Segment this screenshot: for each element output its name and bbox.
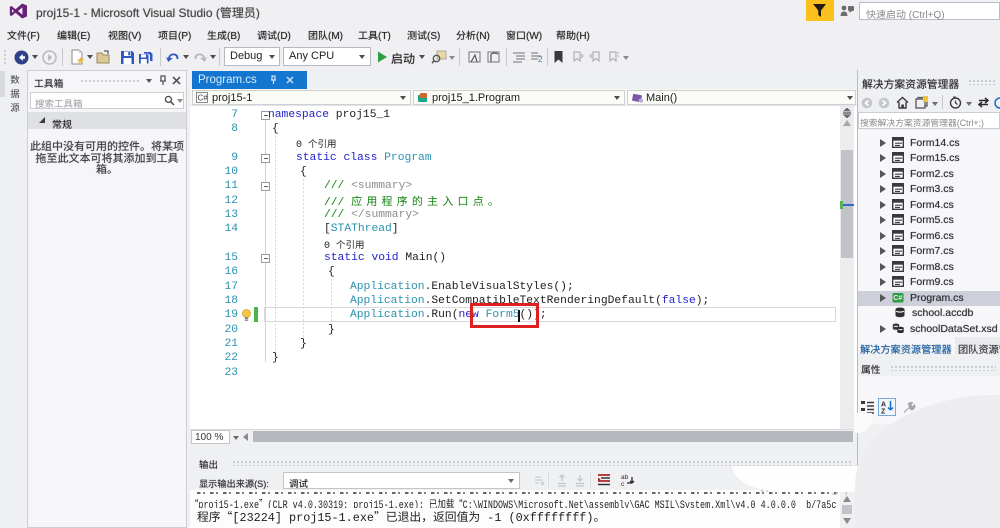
svg-text:C#: C# [893,295,902,302]
svg-text:C#: C# [198,94,209,103]
svg-text:c: c [621,481,625,487]
svg-text:2: 2 [538,55,543,63]
svg-text:A: A [881,402,886,409]
svg-text:Z: Z [881,409,886,415]
svg-text:ab: ab [621,474,629,481]
